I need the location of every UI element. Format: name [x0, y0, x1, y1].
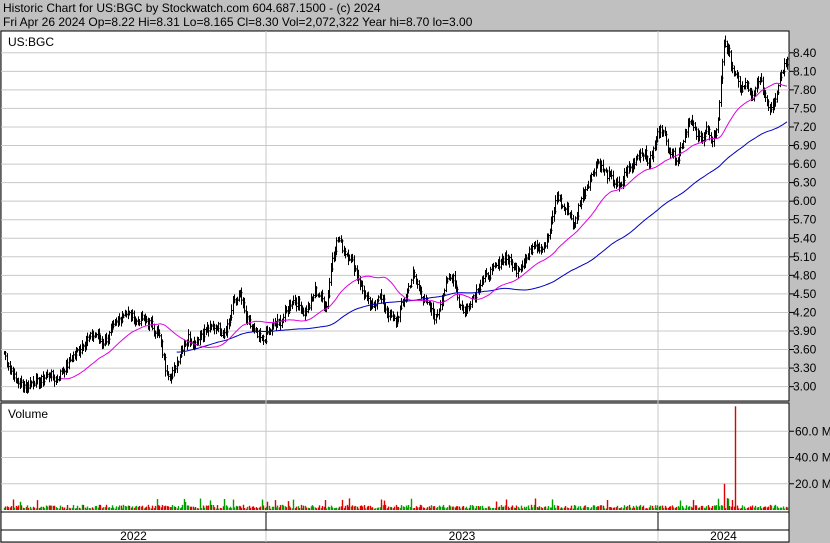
price-tick-label: 4.80 — [793, 268, 817, 282]
price-tick-label: 7.20 — [793, 120, 817, 134]
price-tick-label: 6.60 — [793, 157, 817, 171]
price-tick-label: 6.00 — [793, 194, 817, 208]
price-tick-label: 3.60 — [793, 343, 817, 357]
price-tick-label: 4.50 — [793, 287, 817, 301]
volume-tick-label: 20.0 M — [795, 477, 830, 491]
price-tick-label: 7.80 — [793, 83, 817, 97]
price-tick-label: 5.40 — [793, 231, 817, 245]
price-tick-label: 8.10 — [793, 64, 817, 78]
price-panel — [0, 30, 790, 402]
price-tick-label: 6.30 — [793, 176, 817, 190]
price-tick-label: 5.10 — [793, 250, 817, 264]
price-panel-title: US:BGC — [8, 35, 54, 49]
price-tick-label: 5.70 — [793, 213, 817, 227]
price-tick-label: 3.30 — [793, 361, 817, 375]
price-tick-label: 7.50 — [793, 101, 817, 115]
year-label: 2024 — [710, 529, 737, 543]
price-tick-label: 4.20 — [793, 305, 817, 319]
volume-axis-ticks: 60.0 M 40.0 M 20.0 M — [789, 424, 830, 491]
price-tick-label: 6.90 — [793, 139, 817, 153]
price-tick-label: 8.40 — [793, 46, 817, 60]
volume-tick-label: 40.0 M — [795, 451, 830, 465]
price-tick-label: 3.90 — [793, 324, 817, 338]
volume-panel-title: Volume — [8, 407, 48, 421]
stock-chart: 8.40 8.10 7.80 7.50 7.20 6.90 6.60 6.30 6.00 5.70… — [0, 30, 830, 543]
price-axis-ticks: 8.40 8.10 7.80 7.50 7.20 6.90 6.60 6.30 6.00 5.70… — [789, 46, 817, 394]
year-label: 2022 — [120, 529, 147, 543]
price-tick-label: 3.00 — [793, 380, 817, 394]
year-label: 2023 — [449, 529, 476, 543]
volume-tick-label: 60.0 M — [795, 424, 830, 438]
